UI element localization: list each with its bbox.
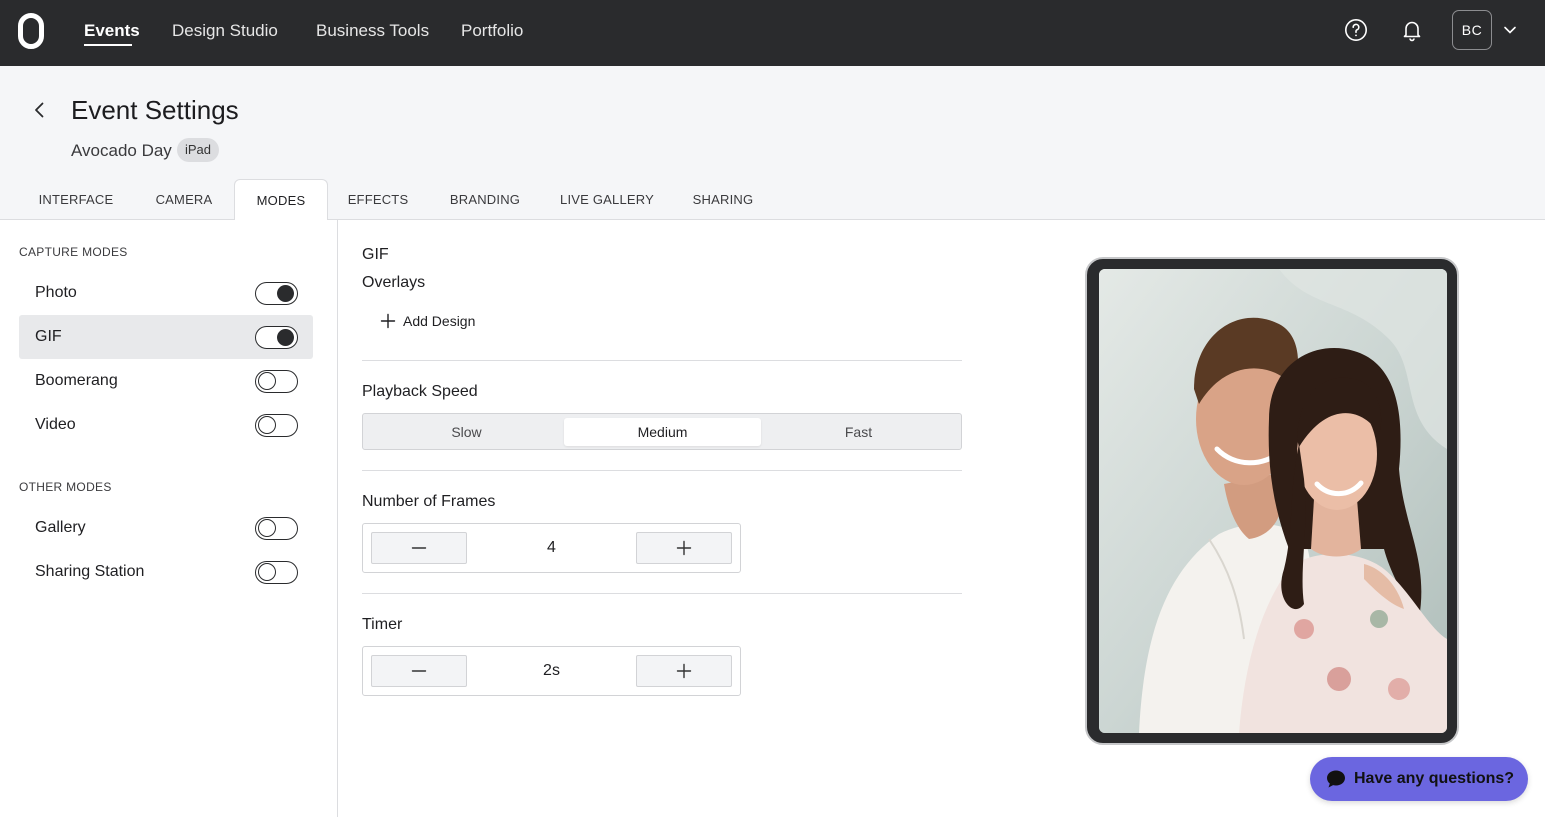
mode-row-sharing-station[interactable]: Sharing Station <box>19 550 313 594</box>
tab-interface[interactable]: INTERFACE <box>28 179 124 220</box>
mode-title: GIF <box>362 246 389 263</box>
chat-label: Have any questions? <box>1354 770 1515 787</box>
timer-decrement-button[interactable] <box>371 655 467 687</box>
tab-camera[interactable]: CAMERA <box>140 179 228 220</box>
overlays-label: Overlays <box>362 274 426 291</box>
mode-label: Gallery <box>35 519 86 536</box>
tab-effects[interactable]: EFFECTS <box>338 179 418 220</box>
nav-item-events[interactable]: Events <box>84 20 140 42</box>
video-toggle[interactable] <box>255 414 298 437</box>
notification-bell-icon[interactable] <box>1400 18 1424 42</box>
frames-value: 4 <box>547 539 556 556</box>
timer-increment-button[interactable] <box>636 655 732 687</box>
tab-modes[interactable]: MODES <box>234 179 328 221</box>
timer-label: Timer <box>362 616 403 633</box>
mode-row-gallery[interactable]: Gallery <box>19 506 313 550</box>
page-header: Event Settings Avocado Day iPad INTERFAC… <box>0 66 1545 221</box>
mode-row-photo[interactable]: Photo <box>19 271 313 315</box>
page-title: Event Settings <box>71 95 239 125</box>
sharing-station-toggle[interactable] <box>255 561 298 584</box>
avatar-initials: BC <box>1461 22 1483 38</box>
add-design-label: Add Design <box>403 313 476 329</box>
mode-label: GIF <box>35 328 62 345</box>
frames-increment-button[interactable] <box>636 532 732 564</box>
frames-label: Number of Frames <box>362 493 496 510</box>
nav-item-business-tools[interactable]: Business Tools <box>316 20 429 42</box>
mode-row-video[interactable]: Video <box>19 403 313 447</box>
nav-item-design-studio[interactable]: Design Studio <box>172 20 278 42</box>
chevron-down-icon[interactable] <box>1502 22 1518 38</box>
playback-speed-label: Playback Speed <box>362 383 478 400</box>
modes-sidebar: CAPTURE MODES Photo GIF Boomerang Video … <box>0 220 338 817</box>
top-navigation: Events Design Studio Business Tools Port… <box>0 0 1545 66</box>
minus-icon <box>411 547 427 549</box>
tab-live-gallery[interactable]: LIVE GALLERY <box>554 179 660 220</box>
mode-row-boomerang[interactable]: Boomerang <box>19 359 313 403</box>
couple-photo-illustration <box>1099 269 1447 733</box>
tablet-preview <box>1085 257 1459 745</box>
divider <box>362 470 962 471</box>
gallery-toggle[interactable] <box>255 517 298 540</box>
add-design-button[interactable]: Add Design <box>380 310 475 332</box>
plus-icon <box>676 540 692 556</box>
tab-sharing[interactable]: SHARING <box>682 179 764 220</box>
divider <box>362 360 962 361</box>
device-badge: iPad <box>177 138 220 162</box>
nav-item-portfolio[interactable]: Portfolio <box>461 20 523 42</box>
frames-decrement-button[interactable] <box>371 532 467 564</box>
timer-value: 2s <box>543 662 560 679</box>
plus-icon <box>676 663 692 679</box>
event-name: Avocado Day <box>71 141 172 160</box>
other-modes-label: OTHER MODES <box>19 480 112 494</box>
back-arrow-icon[interactable] <box>30 100 50 120</box>
playback-speed-selector: Slow Medium Fast <box>362 413 962 450</box>
preview-photo <box>1099 269 1447 733</box>
playback-option-slow[interactable]: Slow <box>368 418 565 446</box>
chat-help-button[interactable]: Have any questions? <box>1310 757 1528 801</box>
tab-branding[interactable]: BRANDING <box>440 179 530 220</box>
user-avatar[interactable]: BC <box>1452 10 1492 50</box>
mode-label: Photo <box>35 284 77 301</box>
gif-toggle[interactable] <box>255 326 298 349</box>
mode-row-gif[interactable]: GIF <box>19 315 313 359</box>
frames-stepper: 4 <box>362 523 741 573</box>
capture-modes-label: CAPTURE MODES <box>19 245 128 259</box>
brand-logo[interactable] <box>18 13 44 49</box>
chat-bubble-icon <box>1327 770 1345 788</box>
mode-label: Video <box>35 416 76 433</box>
playback-option-medium[interactable]: Medium <box>564 418 761 446</box>
plus-icon <box>380 313 396 329</box>
minus-icon <box>411 670 427 672</box>
timer-stepper: 2s <box>362 646 741 696</box>
mode-label: Boomerang <box>35 372 118 389</box>
help-icon[interactable] <box>1344 18 1368 42</box>
boomerang-toggle[interactable] <box>255 370 298 393</box>
mode-label: Sharing Station <box>35 563 145 580</box>
photo-toggle[interactable] <box>255 282 298 305</box>
divider <box>362 593 962 594</box>
nav-active-underline <box>84 44 132 46</box>
playback-option-fast[interactable]: Fast <box>760 418 957 446</box>
